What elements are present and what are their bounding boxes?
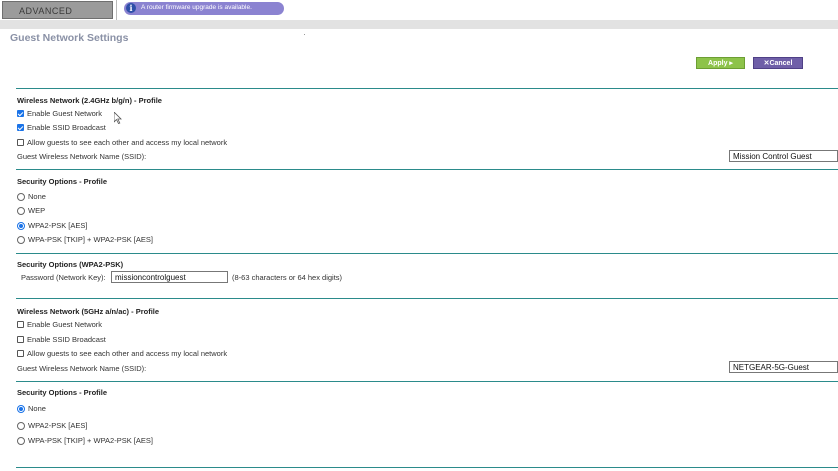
- security-24-option-label: None: [28, 192, 46, 201]
- enable-guest-5-row[interactable]: Enable Guest Network: [17, 320, 102, 329]
- password-input[interactable]: missioncontrolguest: [111, 271, 228, 283]
- section-divider: [16, 298, 838, 299]
- radio-wpa2-aes-5[interactable]: [17, 421, 25, 430]
- enable-guest-24-row[interactable]: Enable Guest Network: [17, 109, 102, 118]
- section-divider: [16, 88, 838, 89]
- ssid-24-label: Guest Wireless Network Name (SSID):: [17, 152, 147, 161]
- security-5-option-label: None: [28, 404, 46, 413]
- allow-guests-5-row[interactable]: Allow guests to see each other and acces…: [17, 349, 227, 358]
- enable-ssid-24-label: Enable SSID Broadcast: [27, 123, 106, 132]
- apply-button[interactable]: Apply ▸: [696, 57, 745, 69]
- enable-ssid-24-checkbox[interactable]: [17, 124, 24, 131]
- security-5-heading: Security Options - Profile: [17, 388, 108, 397]
- radio-wpa-mixed-24[interactable]: [17, 235, 25, 244]
- security-5-option[interactable]: WPA2-PSK [AES]: [17, 421, 87, 430]
- header-band: [0, 20, 838, 29]
- section-divider: [16, 381, 838, 382]
- security-24-option[interactable]: WPA-PSK [TKIP] + WPA2-PSK [AES]: [17, 235, 153, 244]
- enable-ssid-5-label: Enable SSID Broadcast: [27, 335, 106, 344]
- enable-guest-5-checkbox[interactable]: [17, 321, 24, 328]
- enable-ssid-24-row[interactable]: Enable SSID Broadcast: [17, 123, 106, 132]
- enable-ssid-5-checkbox[interactable]: [17, 336, 24, 343]
- radio-none-24[interactable]: [17, 192, 25, 201]
- enable-guest-24-checkbox[interactable]: [17, 110, 24, 117]
- password-hint-text: (8-63 characters or 64 hex digits): [232, 273, 343, 282]
- enable-guest-5-label: Enable Guest Network: [27, 320, 103, 329]
- radio-wpa2-aes-24[interactable]: [17, 221, 25, 230]
- wpa2-heading: Security Options (WPA2-PSK): [17, 260, 124, 269]
- ssid-24-input[interactable]: Mission Control Guest: [729, 150, 838, 162]
- security-24-option[interactable]: WPA2-PSK [AES]: [17, 221, 87, 230]
- password-hint: (8-63 characters or 64 hex digits): [232, 273, 342, 282]
- wireless-24-heading: Wireless Network (2.4GHz b/g/n) - Profil…: [17, 96, 162, 105]
- security-5-option[interactable]: None: [17, 404, 46, 413]
- radio-wpa-mixed-5[interactable]: [17, 436, 25, 445]
- tab-advanced[interactable]: ADVANCED: [2, 1, 113, 19]
- security-5-option-label: WPA2-PSK [AES]: [28, 421, 88, 430]
- ssid-24-row: Guest Wireless Network Name (SSID):: [17, 152, 146, 161]
- password-label: Password (Network Key):: [21, 273, 106, 282]
- section-divider: [16, 467, 838, 468]
- page-title: Guest Network Settings: [10, 32, 129, 44]
- firmware-notice[interactable]: i A router firmware upgrade is available…: [124, 2, 284, 15]
- mouse-cursor-icon: [113, 111, 122, 127]
- ssid-5-row: Guest Wireless Network Name (SSID):: [17, 364, 146, 373]
- firmware-notice-text: A router firmware upgrade is available.: [141, 4, 252, 11]
- security-5-option-label: WPA-PSK [TKIP] + WPA2-PSK [AES]: [28, 436, 153, 445]
- cancel-button[interactable]: ✕Cancel: [753, 57, 803, 69]
- ssid-5-label: Guest Wireless Network Name (SSID):: [17, 364, 147, 373]
- allow-guests-24-row[interactable]: Allow guests to see each other and acces…: [17, 138, 227, 147]
- security-24-option-label: WEP: [28, 206, 46, 215]
- info-icon: i: [126, 3, 136, 13]
- ssid-5-input[interactable]: NETGEAR-5G-Guest: [729, 361, 838, 373]
- password-row: Password (Network Key):: [21, 273, 106, 282]
- security-24-option[interactable]: WEP: [17, 206, 45, 215]
- security-24-option[interactable]: None: [17, 192, 46, 201]
- security-24-option-label: WPA-PSK [TKIP] + WPA2-PSK [AES]: [28, 235, 153, 244]
- section-divider: [16, 169, 838, 170]
- allow-guests-5-label: Allow guests to see each other and acces…: [27, 349, 228, 358]
- divider: [304, 34, 305, 35]
- allow-guests-24-label: Allow guests to see each other and acces…: [27, 138, 228, 147]
- allow-guests-24-checkbox[interactable]: [17, 139, 24, 146]
- security-24-heading: Security Options - Profile: [17, 177, 108, 186]
- top-bar: ADVANCED i A router firmware upgrade is …: [0, 0, 838, 20]
- divider: [116, 0, 117, 20]
- section-divider: [16, 253, 838, 254]
- radio-none-5[interactable]: [17, 404, 25, 413]
- allow-guests-5-checkbox[interactable]: [17, 350, 24, 357]
- security-5-option[interactable]: WPA-PSK [TKIP] + WPA2-PSK [AES]: [17, 436, 153, 445]
- security-24-option-label: WPA2-PSK [AES]: [28, 221, 88, 230]
- wireless-5-heading: Wireless Network (5GHz a/n/ac) - Profile: [17, 307, 160, 316]
- enable-ssid-5-row[interactable]: Enable SSID Broadcast: [17, 335, 106, 344]
- radio-wep-24[interactable]: [17, 206, 25, 215]
- enable-guest-24-label: Enable Guest Network: [27, 109, 103, 118]
